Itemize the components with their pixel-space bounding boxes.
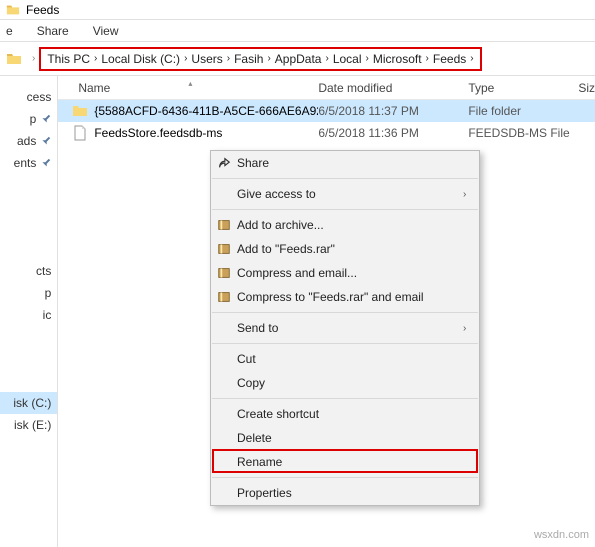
- window-title: Feeds: [26, 3, 59, 17]
- sidebar-item[interactable]: cess: [0, 86, 57, 108]
- menu-item-give-access[interactable]: Give access to ›: [211, 182, 479, 206]
- sidebar-item[interactable]: cts: [0, 260, 57, 282]
- column-name[interactable]: Name▴: [58, 81, 318, 95]
- column-size[interactable]: Siz: [578, 81, 595, 95]
- folder-icon: [72, 103, 88, 119]
- sidebar-item-disk-e[interactable]: isk (E:): [0, 414, 57, 436]
- menu-separator: [212, 209, 478, 210]
- menu-item-cut[interactable]: Cut: [211, 347, 479, 371]
- sidebar-item[interactable]: ents: [0, 152, 57, 174]
- archive-icon: [211, 218, 237, 232]
- archive-icon: [211, 242, 237, 256]
- file-icon: [72, 125, 88, 141]
- breadcrumb[interactable]: This PC› Local Disk (C:)› Users› Fasih› …: [39, 47, 481, 71]
- pin-icon: [39, 134, 53, 148]
- crumb-this-pc[interactable]: This PC: [45, 52, 92, 66]
- crumb-local[interactable]: Local: [331, 52, 364, 66]
- file-type: File folder: [468, 104, 578, 118]
- sort-asc-icon: ▴: [188, 79, 192, 88]
- pin-icon: [39, 112, 53, 126]
- file-name: FeedsStore.feedsdb-ms: [94, 126, 222, 140]
- menu-item-send-to[interactable]: Send to ›: [211, 316, 479, 340]
- pin-icon: [39, 156, 53, 170]
- menu-item-add-feeds-rar[interactable]: Add to "Feeds.rar": [211, 237, 479, 261]
- share-icon: [211, 156, 237, 170]
- crumb-users[interactable]: Users: [189, 52, 224, 66]
- crumb-fasih[interactable]: Fasih: [232, 52, 265, 66]
- chevron-right-icon[interactable]: ›: [225, 53, 232, 64]
- menu-home[interactable]: e: [6, 24, 13, 38]
- column-headers: Name▴ Date modified Type Siz: [58, 76, 595, 100]
- column-date[interactable]: Date modified: [318, 81, 468, 95]
- sidebar-item[interactable]: ads: [0, 130, 57, 152]
- chevron-right-icon[interactable]: ›: [364, 53, 371, 64]
- menu-item-create-shortcut[interactable]: Create shortcut: [211, 402, 479, 426]
- context-menu: Share Give access to › Add to archive...…: [210, 150, 480, 506]
- menu-share[interactable]: Share: [37, 24, 69, 38]
- chevron-right-icon[interactable]: ›: [265, 53, 272, 64]
- crumb-microsoft[interactable]: Microsoft: [371, 52, 424, 66]
- menu-item-share[interactable]: Share: [211, 151, 479, 175]
- file-date: 6/5/2018 11:36 PM: [318, 126, 468, 140]
- archive-icon: [211, 266, 237, 280]
- menu-item-rename[interactable]: Rename: [211, 450, 479, 474]
- column-type[interactable]: Type: [468, 81, 578, 95]
- menu-item-compress-email[interactable]: Compress and email...: [211, 261, 479, 285]
- chevron-right-icon: ›: [463, 323, 479, 334]
- menu-item-compress-feeds-email[interactable]: Compress to "Feeds.rar" and email: [211, 285, 479, 309]
- menu-separator: [212, 477, 478, 478]
- crumb-c-drive[interactable]: Local Disk (C:): [99, 52, 182, 66]
- folder-icon: [6, 51, 22, 67]
- menu-item-copy[interactable]: Copy: [211, 371, 479, 395]
- sidebar-item[interactable]: p: [0, 108, 57, 130]
- sidebar: cess p ads ents cts p ic isk (C:) isk (E…: [0, 76, 58, 547]
- archive-icon: [211, 290, 237, 304]
- address-bar: › This PC› Local Disk (C:)› Users› Fasih…: [0, 42, 595, 76]
- file-date: 6/5/2018 11:37 PM: [318, 104, 468, 118]
- table-row[interactable]: {5588ACFD-6436-411B-A5CE-666AE6A92... 6/…: [58, 100, 595, 122]
- sidebar-item-disk-c[interactable]: isk (C:): [0, 392, 57, 414]
- menu-separator: [212, 343, 478, 344]
- crumb-appdata[interactable]: AppData: [273, 52, 324, 66]
- file-type: FEEDSDB-MS File: [468, 126, 578, 140]
- menu-separator: [212, 312, 478, 313]
- menu-item-add-archive[interactable]: Add to archive...: [211, 213, 479, 237]
- chevron-right-icon[interactable]: ›: [92, 53, 99, 64]
- chevron-right-icon[interactable]: ›: [468, 53, 475, 64]
- menu-view[interactable]: View: [93, 24, 119, 38]
- chevron-right-icon[interactable]: ›: [323, 53, 330, 64]
- menu-bar: e Share View: [0, 20, 595, 42]
- menu-separator: [212, 398, 478, 399]
- file-name: {5588ACFD-6436-411B-A5CE-666AE6A92...: [94, 104, 318, 118]
- menu-separator: [212, 178, 478, 179]
- sidebar-item[interactable]: p: [0, 282, 57, 304]
- table-row[interactable]: FeedsStore.feedsdb-ms 6/5/2018 11:36 PM …: [58, 122, 595, 144]
- title-bar: Feeds: [0, 0, 595, 20]
- chevron-right-icon[interactable]: ›: [182, 53, 189, 64]
- sidebar-item[interactable]: ic: [0, 304, 57, 326]
- chevron-right-icon[interactable]: ›: [424, 53, 431, 64]
- menu-item-delete[interactable]: Delete: [211, 426, 479, 450]
- crumb-feeds[interactable]: Feeds: [431, 52, 468, 66]
- menu-item-properties[interactable]: Properties: [211, 481, 479, 505]
- watermark-text: wsxdn.com: [534, 529, 589, 541]
- chevron-right-icon[interactable]: ›: [28, 53, 39, 64]
- folder-icon: [6, 3, 20, 17]
- chevron-right-icon: ›: [463, 189, 479, 200]
